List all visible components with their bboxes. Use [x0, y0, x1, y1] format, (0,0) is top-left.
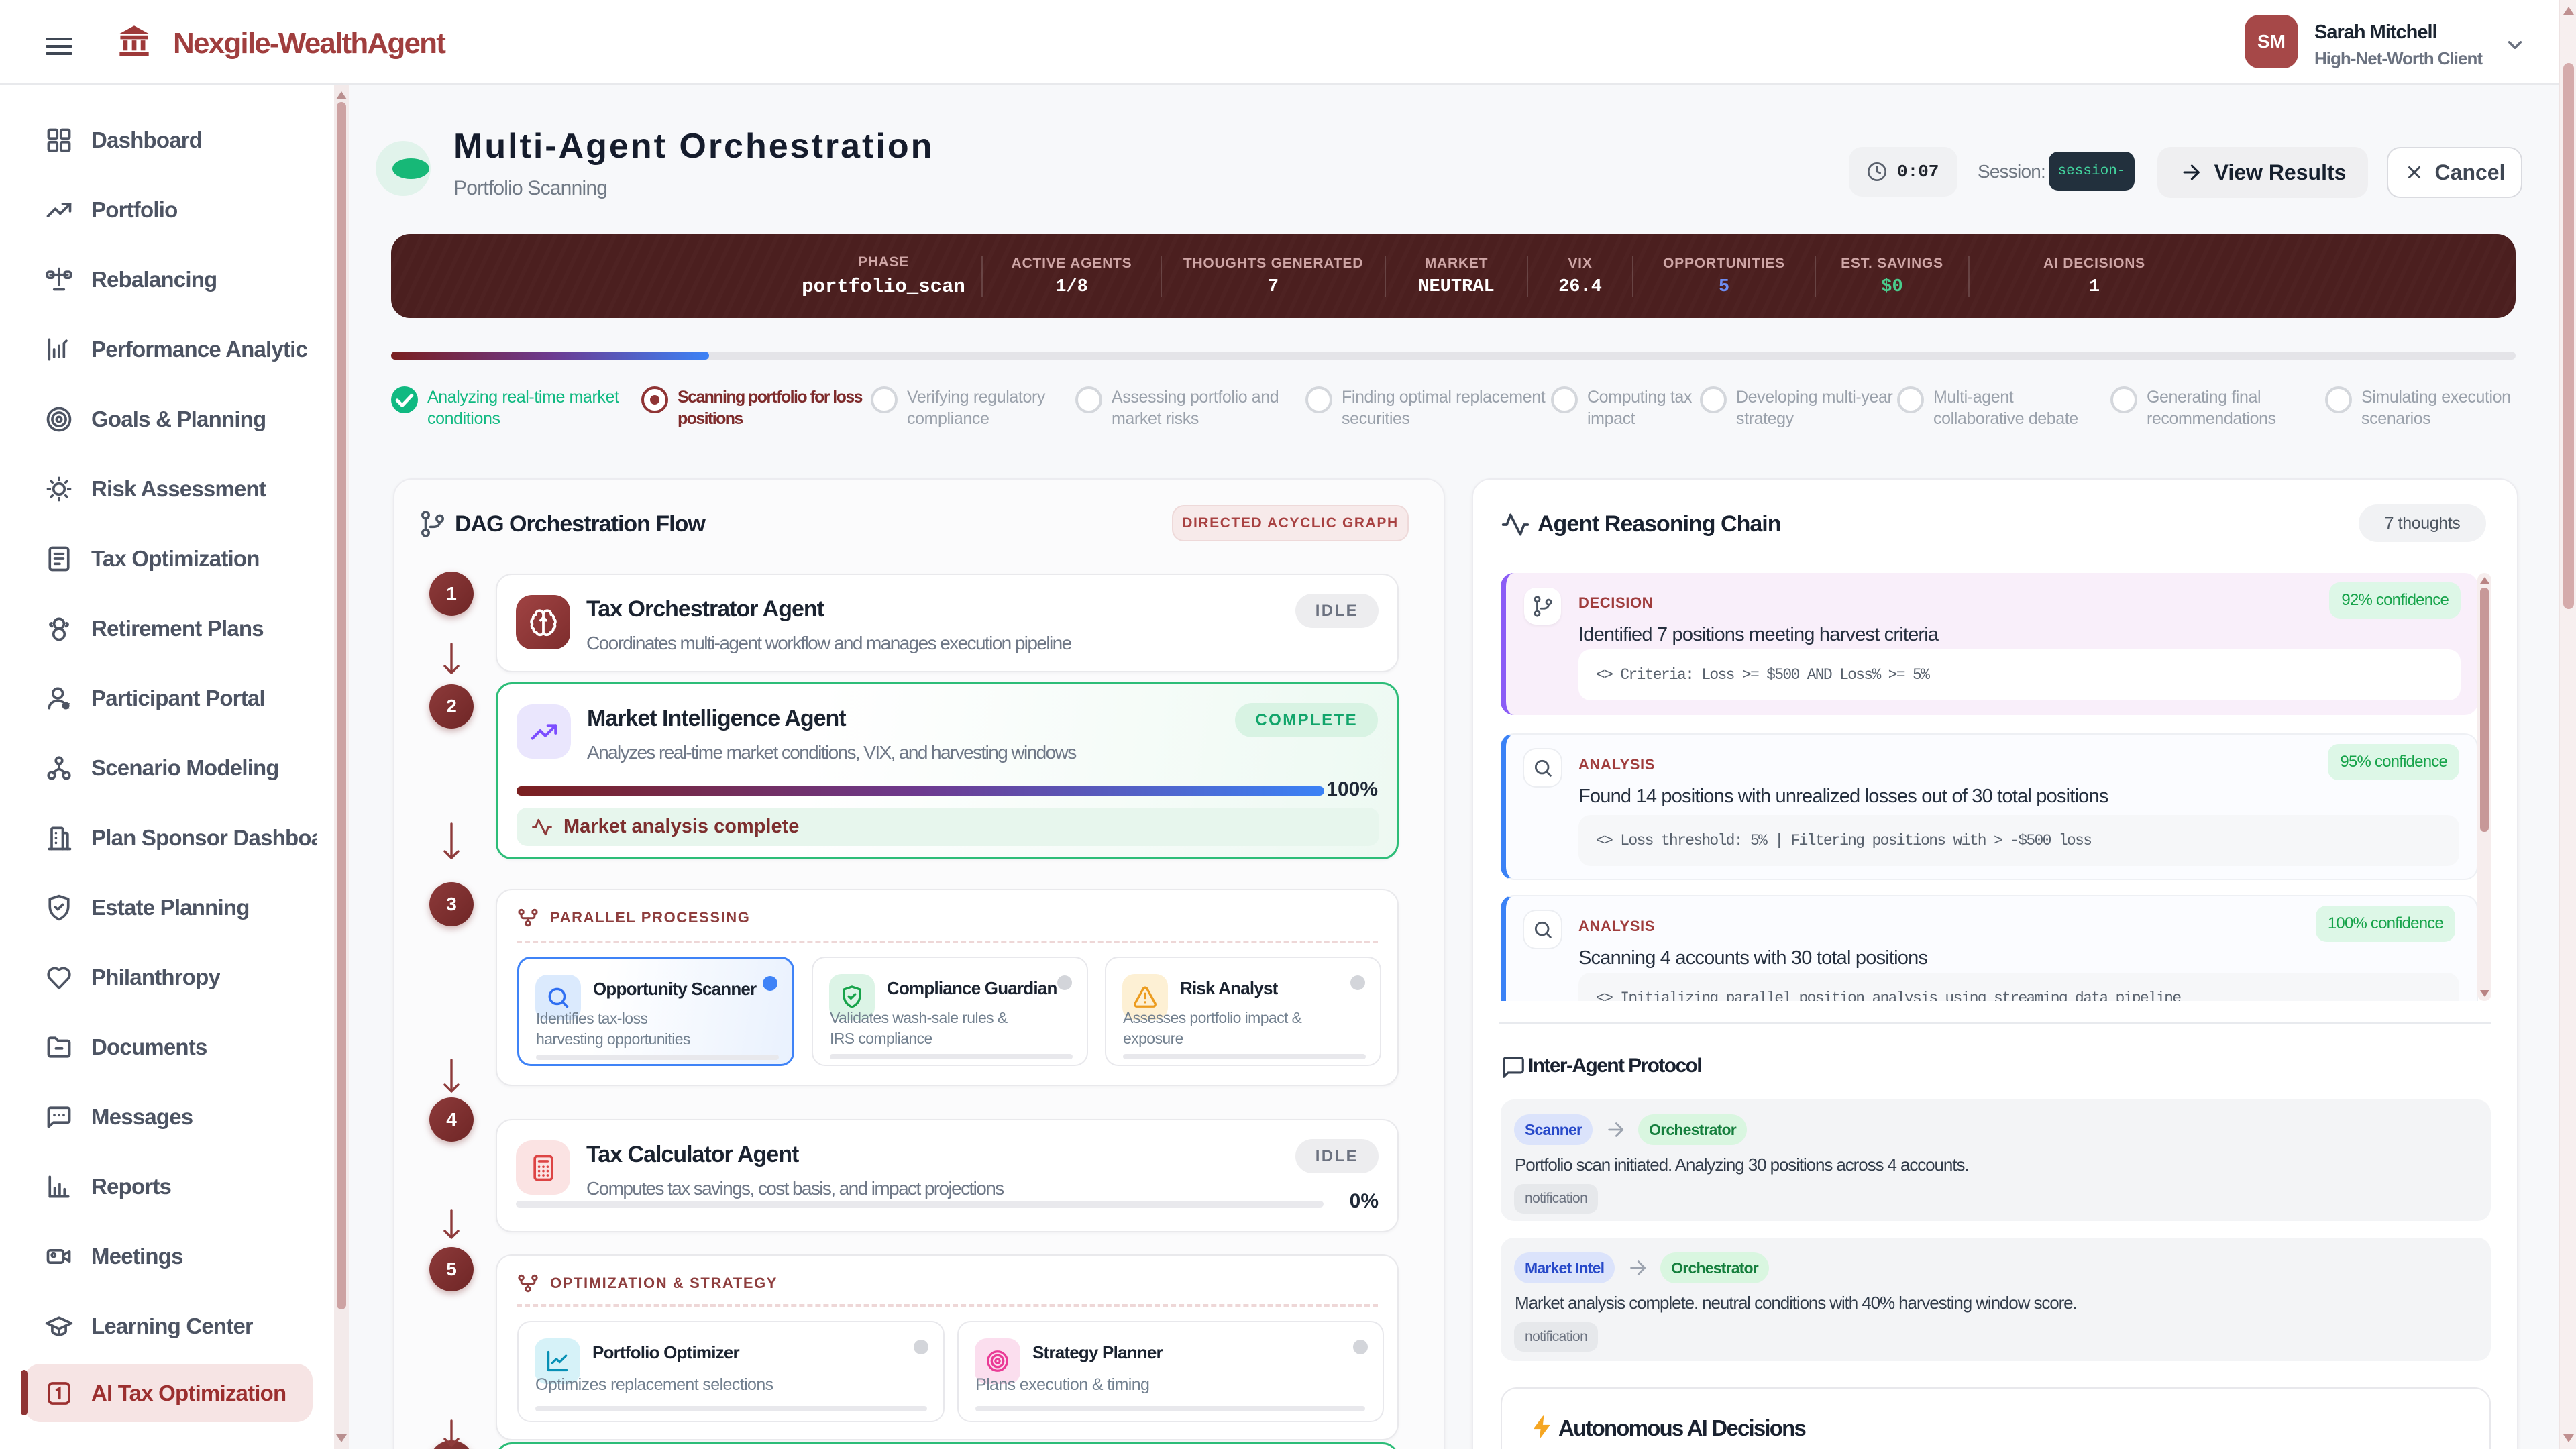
svg-text:k: k [64, 703, 68, 709]
